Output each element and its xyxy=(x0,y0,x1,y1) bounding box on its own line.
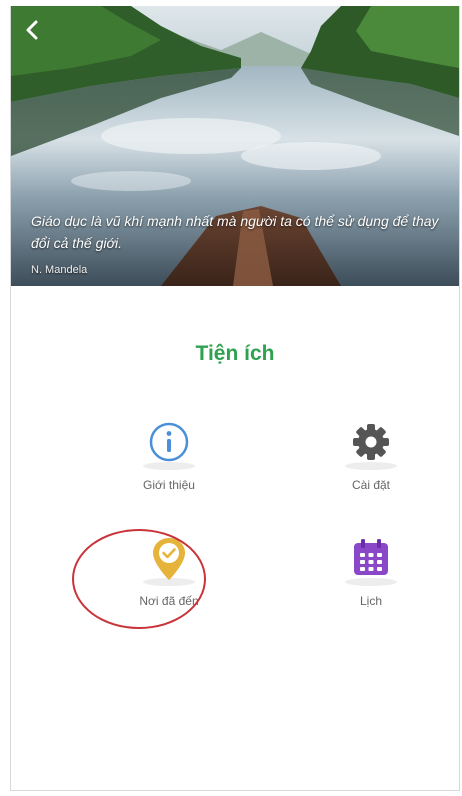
chevron-left-icon xyxy=(26,20,38,40)
gear-icon xyxy=(353,424,389,460)
app-screen: Giáo dục là vũ khí mạnh nhất mà người ta… xyxy=(10,6,460,791)
section-title: Tiện ích xyxy=(195,342,275,365)
location-check-icon xyxy=(153,538,185,580)
utility-calendar-button[interactable]: Lịch xyxy=(301,536,441,626)
calendar-icon xyxy=(354,539,388,575)
utility-info-label: Giới thiệu xyxy=(143,478,195,492)
utility-visited-places-button[interactable]: Nơi đã đến xyxy=(99,536,239,626)
utility-calendar-label: Lịch xyxy=(359,594,382,608)
utility-info-button[interactable]: Giới thiệu xyxy=(99,420,239,510)
back-button[interactable] xyxy=(25,20,49,46)
quote-author: N. Mandela xyxy=(31,264,88,276)
info-icon xyxy=(149,422,189,462)
utility-visited-places-label: Nơi đã đến xyxy=(139,594,199,608)
utility-settings-label: Cài đặt xyxy=(351,478,391,492)
hero-quote: Giáo dục là vũ khí mạnh nhất mà người ta… xyxy=(31,213,439,251)
utility-settings-button[interactable]: Cài đặt xyxy=(301,420,441,510)
hero-banner: Giáo dục là vũ khí mạnh nhất mà người ta… xyxy=(11,6,459,286)
